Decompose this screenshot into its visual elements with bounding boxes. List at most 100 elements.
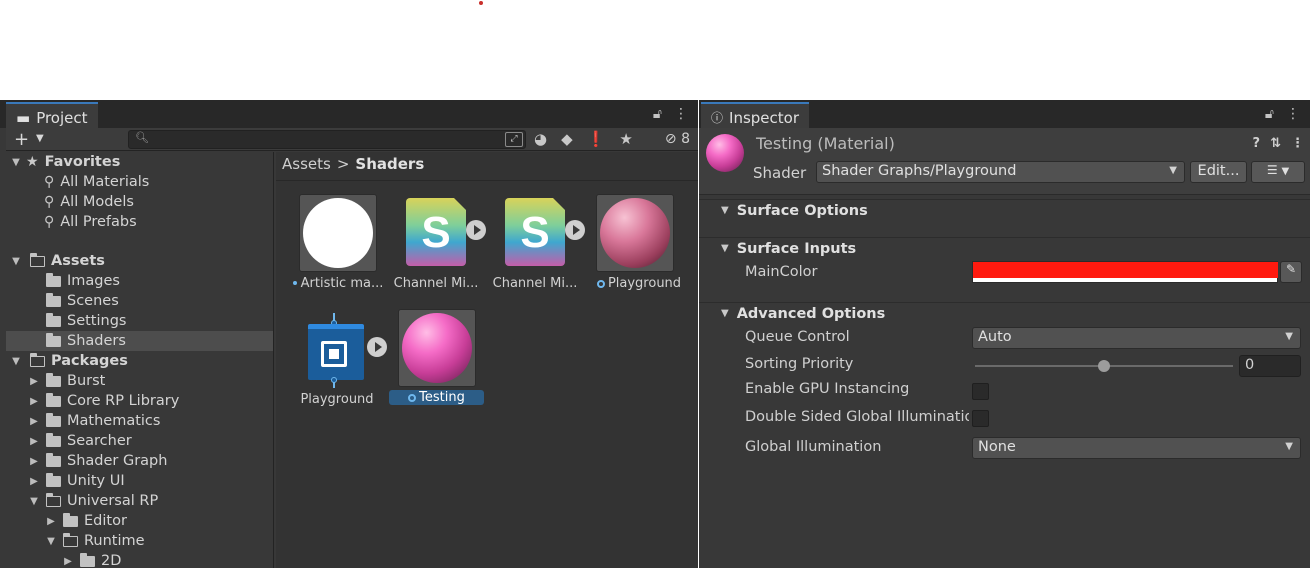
tree-item-settings[interactable]: Settings	[6, 311, 273, 331]
play-expand-icon[interactable]	[565, 220, 585, 240]
sorting-priority-input[interactable]: 0	[1239, 355, 1301, 377]
shader-label: Shader	[753, 164, 807, 182]
sorting-priority-label: Sorting Priority	[745, 356, 854, 372]
tree-item-images[interactable]: Images	[6, 271, 273, 291]
lock-icon[interactable]: 🔓︎	[1265, 106, 1274, 122]
play-expand-icon[interactable]	[367, 337, 387, 357]
chevron-down-icon[interactable]: ▼	[36, 133, 44, 144]
collapsed-arrow-icon[interactable]: ▶	[28, 476, 40, 487]
collapsed-arrow-icon[interactable]: ▶	[28, 376, 40, 387]
favorite-star-icon[interactable]: ★	[619, 130, 632, 148]
shader-dropdown[interactable]: Shader Graphs/Playground ▼	[816, 161, 1185, 183]
asset-testing-material[interactable]: Testing	[386, 309, 486, 409]
folder-icon	[46, 332, 61, 347]
tree-item-editor[interactable]: ▶ Editor	[6, 511, 273, 531]
expanded-arrow-icon[interactable]: ▼	[10, 256, 22, 267]
collapsed-arrow-icon[interactable]: ▶	[28, 416, 40, 427]
tree-item-all-materials[interactable]: ⚲ All Materials	[6, 172, 273, 192]
folder-open-icon	[45, 492, 61, 507]
play-expand-icon[interactable]	[466, 220, 486, 240]
tree-item-all-models[interactable]: ⚲ All Models	[6, 192, 273, 212]
lock-icon[interactable]: 🔓︎	[653, 106, 662, 122]
global-illumination-dropdown[interactable]: None ▼	[972, 437, 1301, 459]
tree-item-shader-graph[interactable]: ▶ Shader Graph	[6, 451, 273, 471]
kebab-menu-icon[interactable]: ⋮	[1286, 106, 1300, 122]
alert-icon[interactable]: ❗	[587, 130, 606, 148]
tree-item-core-rp-library[interactable]: ▶ Core RP Library	[6, 391, 273, 411]
tree-item-all-prefabs[interactable]: ⚲ All Prefabs	[6, 212, 273, 232]
expanded-arrow-icon[interactable]: ▼	[28, 496, 40, 507]
folder-icon	[46, 412, 61, 427]
collapsed-arrow-icon[interactable]: ▶	[28, 436, 40, 447]
collapsed-arrow-icon[interactable]: ▶	[62, 556, 74, 567]
collapsed-arrow-icon[interactable]: ▶	[45, 516, 57, 527]
search-icon: ⚲	[44, 174, 55, 190]
section-surface-options[interactable]: ▼ Surface Options	[699, 199, 1310, 221]
tree-item-unity-ui[interactable]: ▶ Unity UI	[6, 471, 273, 491]
kebab-menu-icon[interactable]: ⋮	[674, 106, 688, 122]
breadcrumb: Assets > Shaders	[282, 155, 424, 173]
folder-icon	[46, 472, 61, 487]
expanded-arrow-icon: ▼	[721, 205, 729, 216]
double-sided-gi-checkbox[interactable]	[972, 410, 989, 427]
chevron-down-icon: ▼	[1169, 165, 1177, 176]
filter-by-label-icon[interactable]: ◆	[561, 130, 573, 148]
project-toolbar: + ▼ 🔍︎ ⤢ ◕ ◆ ❗ ★ ⊘ 8	[6, 128, 698, 151]
tree-item-2d[interactable]: ▶ 2D	[6, 551, 273, 568]
presets-icon[interactable]: ⇅	[1270, 136, 1281, 151]
search-window-icon[interactable]: ⤢	[505, 132, 523, 147]
queue-control-dropdown[interactable]: Auto ▼	[972, 327, 1301, 349]
tree-item-runtime[interactable]: ▼ Runtime	[6, 531, 273, 551]
expanded-arrow-icon[interactable]: ▼	[45, 536, 57, 547]
slider-knob[interactable]	[1098, 360, 1110, 372]
tab-inspector[interactable]: ⓘ Inspector	[701, 102, 809, 128]
edit-shader-button[interactable]: Edit...	[1190, 161, 1247, 183]
tree-item-searcher[interactable]: ▶ Searcher	[6, 431, 273, 451]
folder-icon	[46, 392, 61, 407]
main-color-field[interactable]	[972, 261, 1278, 283]
chevron-down-icon: ▼	[1285, 441, 1293, 452]
gpu-instancing-checkbox[interactable]	[972, 383, 989, 400]
breadcrumb-shaders[interactable]: Shaders	[355, 155, 424, 173]
section-advanced-options[interactable]: ▼ Advanced Options	[699, 302, 1310, 324]
folder-icon	[46, 452, 61, 467]
asset-artistic-material[interactable]: Artistic ma...	[288, 194, 388, 294]
hidden-packages-count[interactable]: ⊘ 8	[665, 131, 690, 147]
collapsed-arrow-icon[interactable]: ▶	[28, 456, 40, 467]
tree-item-assets[interactable]: ▼ Assets	[6, 251, 273, 271]
filter-by-type-icon[interactable]: ◕	[534, 130, 547, 148]
breadcrumb-separator: >	[336, 155, 350, 173]
shader-options-button[interactable]: ☰ ▼	[1251, 161, 1305, 183]
variant-icon	[596, 280, 605, 288]
asset-channel-mixer-2[interactable]: S Channel Mi...	[485, 194, 585, 294]
folder-open-icon	[29, 252, 45, 267]
expanded-arrow-icon[interactable]: ▼	[10, 157, 22, 168]
eyedropper-icon[interactable]: ✎	[1280, 261, 1302, 283]
tree-item-favorites[interactable]: ▼ ★ Favorites	[6, 152, 273, 172]
kebab-menu-icon[interactable]: ⋮	[1291, 136, 1304, 151]
folder-open-icon	[62, 532, 78, 547]
tab-project[interactable]: ▬ Project	[6, 102, 98, 128]
asset-playground-subgraph[interactable]: Playground	[287, 311, 387, 411]
help-icon[interactable]: ?	[1253, 136, 1261, 151]
collapsed-arrow-icon[interactable]: ▶	[28, 396, 40, 407]
tree-item-universal-rp[interactable]: ▼ Universal RP	[6, 491, 273, 511]
breadcrumb-assets[interactable]: Assets	[282, 155, 331, 173]
search-icon: ⚲	[44, 214, 55, 230]
tree-item-mathematics[interactable]: ▶ Mathematics	[6, 411, 273, 431]
tree-item-burst[interactable]: ▶ Burst	[6, 371, 273, 391]
chevron-down-icon: ▼	[1281, 166, 1290, 177]
tree-item-packages[interactable]: ▼ Packages	[6, 351, 273, 371]
global-illumination-label: Global Illumination	[745, 439, 882, 455]
shader-graph-icon: S	[505, 198, 565, 266]
search-icon: ⚲	[44, 194, 55, 210]
asset-channel-mixer-1[interactable]: S Channel Mi...	[386, 194, 486, 294]
red-dot-marker	[479, 1, 483, 5]
expanded-arrow-icon[interactable]: ▼	[10, 356, 22, 367]
search-input[interactable]: 🔍︎ ⤢	[128, 130, 526, 149]
tree-item-shaders[interactable]: Shaders	[6, 331, 273, 351]
tree-item-scenes[interactable]: Scenes	[6, 291, 273, 311]
create-plus-icon[interactable]: +	[14, 129, 29, 150]
section-surface-inputs[interactable]: ▼ Surface Inputs	[699, 237, 1310, 259]
asset-playground-material[interactable]: Playground	[585, 194, 685, 294]
